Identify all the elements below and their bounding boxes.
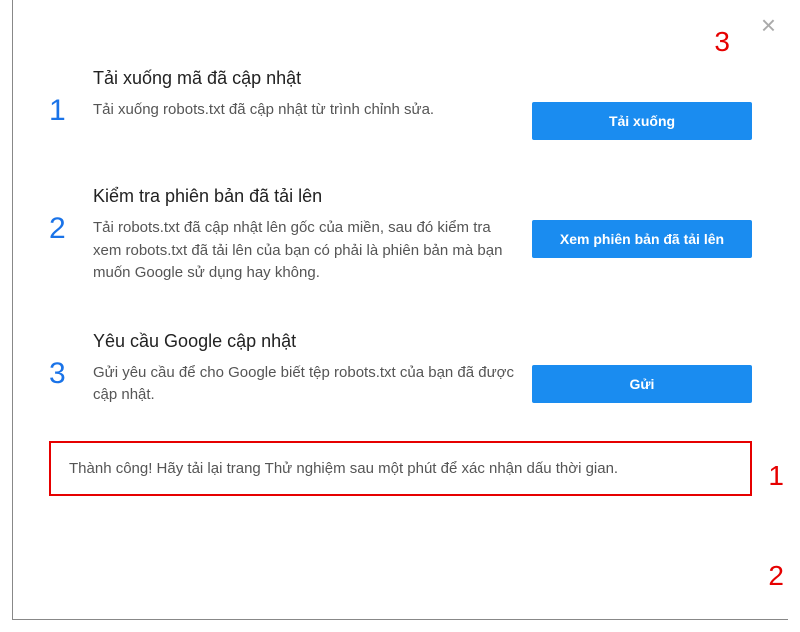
step-title: Yêu cầu Google cập nhật <box>93 331 518 352</box>
step-title: Kiểm tra phiên bản đã tải lên <box>93 186 518 207</box>
step-number: 1 <box>49 68 93 128</box>
step-description: Gửi yêu cầu để cho Google biết tệp robot… <box>93 362 518 407</box>
step-2: 2 Kiểm tra phiên bản đã tải lên Tải robo… <box>49 186 752 285</box>
annotation-1: 1 <box>768 460 784 492</box>
step-description: Tải xuống robots.txt đã cập nhật từ trìn… <box>93 99 518 122</box>
download-button[interactable]: Tải xuống <box>532 102 752 140</box>
robots-update-dialog: × 1 Tải xuống mã đã cập nhật Tải xuống r… <box>12 0 788 620</box>
step-action: Tải xuống <box>532 68 752 140</box>
step-action: Xem phiên bản đã tải lên <box>532 186 752 258</box>
step-body: Tải xuống mã đã cập nhật Tải xuống robot… <box>93 68 532 122</box>
view-uploaded-button[interactable]: Xem phiên bản đã tải lên <box>532 220 752 258</box>
close-icon[interactable]: × <box>761 12 776 38</box>
success-message: Thành công! Hãy tải lại trang Thử nghiệm… <box>49 441 752 496</box>
step-description: Tải robots.txt đã cập nhật lên gốc của m… <box>93 217 518 285</box>
step-number: 2 <box>49 186 93 246</box>
step-3: 3 Yêu cầu Google cập nhật Gửi yêu cầu để… <box>49 331 752 407</box>
annotation-2: 2 <box>768 560 784 592</box>
step-title: Tải xuống mã đã cập nhật <box>93 68 518 89</box>
annotation-3: 3 <box>714 26 730 58</box>
step-1: 1 Tải xuống mã đã cập nhật Tải xuống rob… <box>49 68 752 140</box>
step-action: Gửi <box>532 331 752 403</box>
step-body: Yêu cầu Google cập nhật Gửi yêu cầu để c… <box>93 331 532 407</box>
submit-button[interactable]: Gửi <box>532 365 752 403</box>
step-body: Kiểm tra phiên bản đã tải lên Tải robots… <box>93 186 532 285</box>
step-number: 3 <box>49 331 93 391</box>
